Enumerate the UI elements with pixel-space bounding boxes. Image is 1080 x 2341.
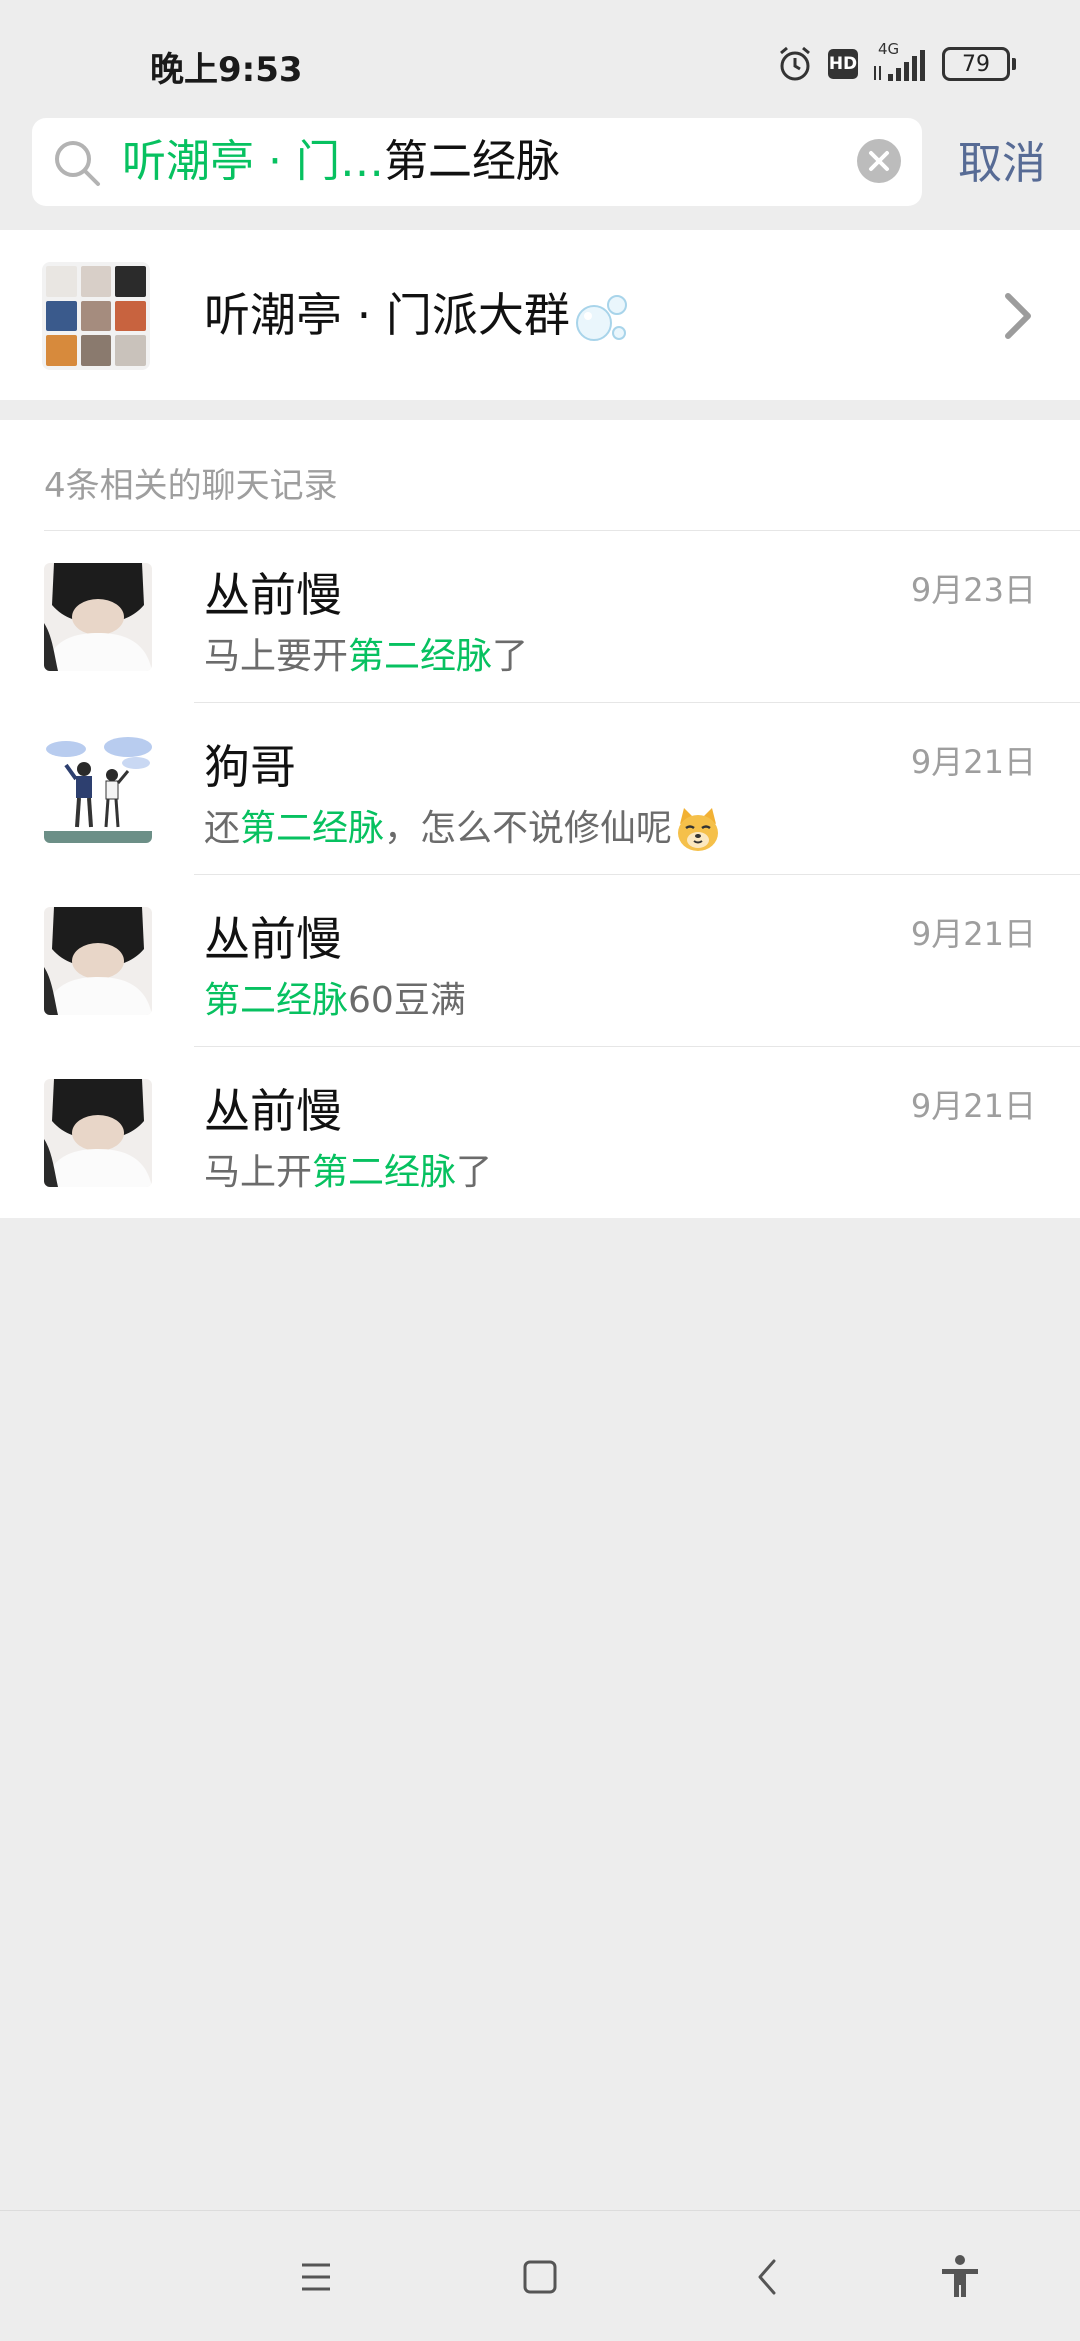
menu-icon[interactable] <box>286 2247 346 2307</box>
record-item[interactable]: 丛前慢 9月21日 第二经脉60豆满 <box>0 875 1080 1047</box>
group-avatar <box>42 262 150 370</box>
avatar <box>44 907 152 1015</box>
group-name-text: 听潮亭 · 门派大群 <box>204 288 570 342</box>
accessibility-icon[interactable] <box>930 2247 990 2307</box>
search-text[interactable]: 听潮亭 · 门…第二经脉 <box>122 134 560 190</box>
record-date: 9月21日 <box>910 743 1036 781</box>
status-icons: HD 4G 79 <box>776 40 1016 86</box>
record-message: 还第二经脉，怎么不说修仙呢 <box>204 799 722 854</box>
record-name: 丛前慢 <box>204 912 342 966</box>
chevron-right-icon <box>1005 293 1031 339</box>
search-icon <box>55 141 100 186</box>
search-query: 第二经脉 <box>383 136 560 187</box>
status-bar: 晚上9:53 HD 4G 79 <box>0 0 1080 120</box>
home-icon[interactable] <box>510 2247 570 2307</box>
back-icon[interactable] <box>738 2247 798 2307</box>
chat-records: 4条相关的聊天记录 丛前慢 9月23日 马上要开第二经脉了 狗哥 9月21日 还… <box>0 420 1080 1218</box>
record-date: 9月21日 <box>910 1087 1036 1125</box>
group-result[interactable]: 听潮亭 · 门派大群 <box>0 230 1080 400</box>
record-name: 丛前慢 <box>204 568 342 622</box>
battery-icon: 79 <box>942 47 1016 81</box>
bubbles-emoji-icon <box>575 294 627 341</box>
record-item[interactable]: 狗哥 9月21日 还第二经脉，怎么不说修仙呢 <box>0 703 1080 875</box>
group-name: 听潮亭 · 门派大群 <box>204 230 632 400</box>
battery-level: 79 <box>962 51 990 77</box>
doge-emoji-icon <box>678 808 719 851</box>
search-row: 听潮亭 · 门…第二经脉 取消 <box>0 118 1080 214</box>
record-date: 9月23日 <box>910 571 1036 609</box>
search-scope-tag[interactable]: 听潮亭 · 门… <box>122 136 384 187</box>
navigation-bar <box>0 2210 1080 2341</box>
record-item[interactable]: 丛前慢 9月23日 马上要开第二经脉了 <box>0 531 1080 703</box>
record-item[interactable]: 丛前慢 9月21日 马上开第二经脉了 <box>0 1047 1080 1219</box>
status-time: 晚上9:53 <box>150 50 303 90</box>
record-name: 狗哥 <box>204 740 296 794</box>
record-message: 第二经脉60豆满 <box>204 980 466 1021</box>
cancel-button[interactable]: 取消 <box>958 136 1046 192</box>
avatar <box>44 563 152 671</box>
hd-badge: HD <box>828 49 858 79</box>
clear-icon[interactable] <box>856 138 902 184</box>
alarm-icon <box>780 46 810 81</box>
records-header: 4条相关的聊天记录 <box>44 466 338 506</box>
avatar <box>44 1079 152 1187</box>
record-name: 丛前慢 <box>204 1084 342 1138</box>
record-message: 马上要开第二经脉了 <box>204 636 529 677</box>
search-input[interactable]: 听潮亭 · 门…第二经脉 <box>32 118 922 206</box>
avatar <box>44 735 152 843</box>
record-date: 9月21日 <box>910 915 1036 953</box>
record-message: 马上开第二经脉了 <box>204 1152 493 1193</box>
signal-icon: 4G <box>872 40 928 84</box>
